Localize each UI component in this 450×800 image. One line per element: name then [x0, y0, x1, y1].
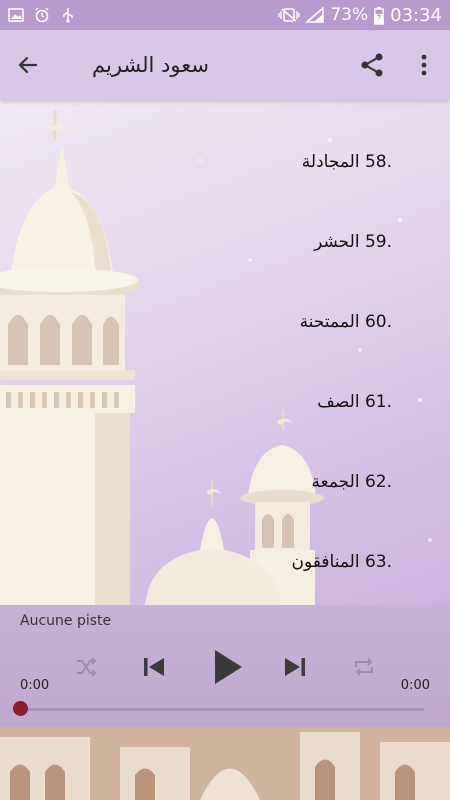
seek-bar[interactable] — [13, 701, 424, 716]
app-bar: سعود الشريم — [0, 30, 450, 100]
vibrate-icon — [278, 7, 301, 23]
shuffle-icon — [77, 657, 97, 677]
back-button[interactable] — [0, 30, 56, 100]
alarm-icon — [34, 7, 50, 23]
repeat-button[interactable] — [346, 645, 382, 689]
skip-previous-icon — [144, 658, 164, 676]
skip-next-icon — [285, 658, 305, 676]
track-item[interactable]: .63 المنافقون — [292, 542, 392, 582]
arrow-back-icon — [18, 56, 38, 74]
repeat-icon — [355, 658, 373, 676]
share-button[interactable] — [346, 30, 398, 100]
previous-button[interactable] — [136, 645, 172, 689]
now-playing-label: Aucune piste — [20, 613, 112, 629]
status-bar: 73% 03:34 — [0, 0, 450, 30]
more-vert-icon — [421, 54, 427, 76]
player-panel: Aucune piste 0:00 0:00 — [0, 605, 450, 727]
page-title: سعود الشريم — [92, 53, 209, 77]
signal-icon — [305, 6, 325, 23]
elapsed-time: 0:00 — [20, 678, 50, 693]
bottom-banner-image — [0, 727, 450, 800]
track-item[interactable]: .59 الحشر — [314, 222, 392, 262]
battery-percent: 73% — [330, 5, 369, 25]
track-item[interactable]: .62 الجمعة — [312, 462, 392, 502]
duration-time: 0:00 — [400, 678, 430, 693]
more-options-button[interactable] — [398, 30, 450, 100]
play-button[interactable] — [205, 645, 251, 689]
seek-thumb[interactable] — [13, 701, 28, 716]
track-item[interactable]: .58 المجادلة — [302, 142, 392, 182]
shuffle-button[interactable] — [68, 645, 104, 689]
share-icon — [361, 53, 383, 77]
usb-icon — [60, 7, 76, 23]
next-button[interactable] — [277, 645, 313, 689]
battery-icon — [374, 7, 385, 25]
track-item[interactable]: .60 الممتحنة — [300, 302, 392, 342]
play-icon — [215, 650, 242, 684]
clock: 03:34 — [390, 4, 442, 26]
track-item[interactable]: .61 الصف — [317, 382, 392, 422]
image-icon — [8, 7, 24, 23]
